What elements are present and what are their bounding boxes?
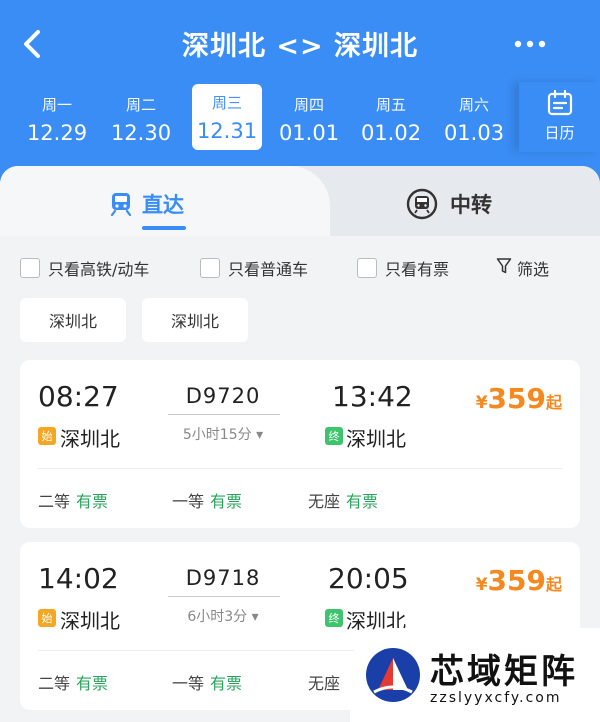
seat-class: 一等: [172, 492, 205, 511]
more-options-icon[interactable]: [510, 26, 550, 62]
filter-high-speed-label: 只看高铁/动车: [48, 260, 150, 279]
date-label: 01.02: [360, 121, 422, 145]
arrive-time: 13:42: [332, 380, 413, 413]
duration-text: 5小时15分: [182, 427, 252, 443]
caret-down-icon: ▾: [251, 609, 259, 625]
date-selector: 周一 12.29 周二 12.30 周三 12.31 周四 01.01 周五 0…: [18, 82, 518, 152]
date-label: 01.01: [278, 121, 340, 145]
end-station-badge: 终: [325, 427, 343, 445]
weekday-label: 周五: [375, 96, 406, 114]
seat-class: 一等: [172, 674, 205, 693]
funnel-icon: [496, 257, 512, 279]
seat-status: 有票: [76, 674, 109, 693]
date-label: 12.29: [26, 121, 88, 145]
date-label: 12.30: [110, 121, 172, 145]
date-tab-tue[interactable]: 周二 12.30: [106, 86, 176, 152]
filter-bar: 只看高铁/动车 只看普通车 只看有票 筛选: [20, 254, 580, 282]
weekday-label: 周三: [211, 94, 242, 112]
date-tab-wed-selected[interactable]: 周三 12.31: [192, 84, 262, 150]
tab-direct-label: 直达: [142, 193, 184, 217]
watermark-logo: [366, 648, 420, 702]
trip-duration: 5小时15分 ▾: [164, 424, 282, 444]
seat-status: 有票: [210, 492, 243, 511]
price: ¥359起: [476, 564, 562, 597]
watermark-brand: 芯域矩阵: [430, 652, 578, 692]
route-line: [168, 596, 280, 597]
seat-status: 有票: [346, 492, 379, 511]
route-line: [168, 414, 280, 415]
calendar-button[interactable]: 日历: [519, 82, 600, 152]
calendar-label: 日历: [544, 124, 575, 142]
seat-second-class: 二等 有票: [38, 670, 108, 694]
seat-standing: 无座: [308, 670, 346, 694]
seat-second-class: 二等 有票: [38, 488, 108, 512]
watermark: 芯域矩阵 zzslyyxcfy.com: [350, 628, 600, 722]
seat-status: 有票: [76, 492, 109, 511]
filter-button[interactable]: 筛选: [496, 254, 549, 282]
date-tab-mon[interactable]: 周一 12.29: [22, 86, 92, 152]
weekday-label: 周二: [125, 96, 156, 114]
watermark-site: zzslyyxcfy.com: [430, 690, 562, 706]
checkbox-regular[interactable]: [200, 258, 220, 278]
start-station-badge: 始: [38, 427, 56, 445]
seat-first-class: 一等 有票: [172, 670, 242, 694]
end-station-badge: 终: [325, 609, 343, 627]
train-icon: [110, 193, 132, 216]
train-number: D9720: [185, 384, 261, 408]
to-station-chip[interactable]: 深圳北: [142, 298, 248, 342]
seat-standing: 无座 有票: [308, 488, 378, 512]
filter-regular[interactable]: 只看普通车: [200, 254, 308, 282]
date-tab-fri[interactable]: 周五 01.02: [356, 86, 426, 152]
to-station: 深圳北: [346, 427, 406, 451]
filter-available-label: 只看有票: [385, 260, 450, 279]
start-station-badge: 始: [38, 609, 56, 627]
filter-regular-label: 只看普通车: [228, 260, 309, 279]
currency-symbol: ¥: [475, 393, 488, 413]
filter-high-speed[interactable]: 只看高铁/动车: [20, 254, 149, 282]
weekday-label: 周一: [41, 96, 72, 114]
active-tab-underline: [142, 226, 186, 230]
duration-text: 6小时3分: [187, 609, 248, 625]
depart-time: 14:02: [38, 562, 119, 595]
date-label: 01.03: [443, 121, 505, 145]
train-number: D9718: [185, 566, 261, 590]
seat-status: 有票: [210, 674, 243, 693]
seat-class: 无座: [308, 492, 341, 511]
calendar-icon: [547, 89, 572, 116]
price: ¥359起: [476, 382, 562, 415]
arrive-time: 20:05: [328, 562, 409, 595]
from-station: 深圳北: [60, 427, 120, 451]
filter-available[interactable]: 只看有票: [357, 254, 449, 282]
date-tab-thu[interactable]: 周四 01.01: [274, 86, 344, 152]
price-suffix: 起: [545, 575, 562, 594]
filter-button-label: 筛选: [517, 260, 550, 279]
tab-transfer[interactable]: 中转: [406, 186, 492, 222]
depart-time: 08:27: [38, 380, 119, 413]
tab-direct[interactable]: 直达: [110, 186, 186, 230]
seat-class: 二等: [38, 674, 71, 693]
transfer-train-icon: [406, 188, 438, 220]
currency-symbol: ¥: [475, 575, 488, 595]
checkbox-available[interactable]: [357, 258, 377, 278]
train-card[interactable]: 08:27 D9720 5小时15分 ▾ 13:42 始 深圳北 终 深圳北 ¥…: [20, 360, 580, 528]
weekday-label: 周六: [458, 96, 489, 114]
caret-down-icon: ▾: [256, 427, 264, 443]
from-station-chip[interactable]: 深圳北: [20, 298, 126, 342]
weekday-label: 周四: [293, 96, 324, 114]
seat-class: 无座: [308, 674, 341, 693]
price-suffix: 起: [545, 393, 562, 412]
price-value: 359: [487, 564, 546, 597]
price-value: 359: [487, 382, 546, 415]
card-divider: [38, 468, 562, 469]
trip-duration: 6小时3分 ▾: [164, 606, 282, 626]
seat-first-class: 一等 有票: [172, 488, 242, 512]
seat-class: 二等: [38, 492, 71, 511]
tab-transfer-label: 中转: [450, 193, 492, 217]
checkbox-high-speed[interactable]: [20, 258, 40, 278]
date-tab-sat[interactable]: 周六 01.03: [439, 86, 509, 152]
date-label: 12.31: [196, 119, 258, 143]
from-station: 深圳北: [60, 609, 120, 633]
